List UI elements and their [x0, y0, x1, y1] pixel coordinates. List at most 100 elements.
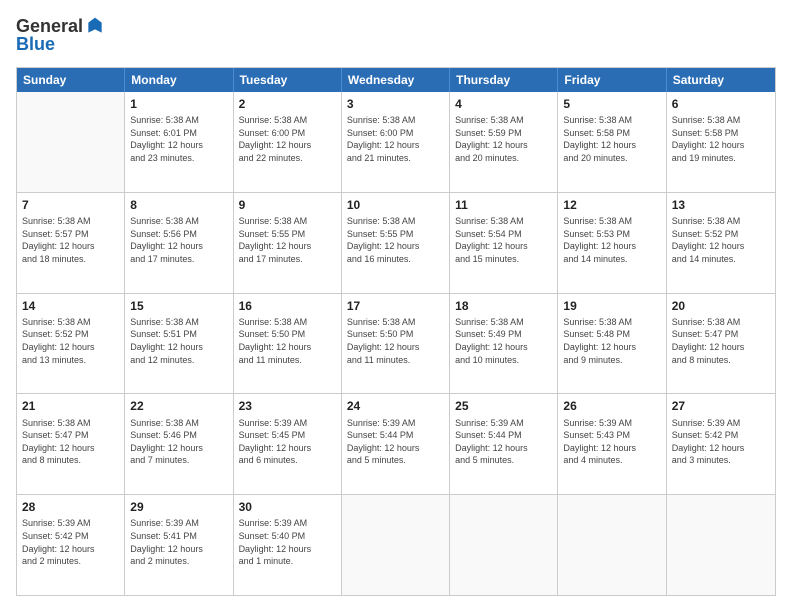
day-details: Sunrise: 5:38 AMSunset: 5:50 PMDaylight:… [239, 316, 336, 366]
calendar-body: 1 Sunrise: 5:38 AMSunset: 6:01 PMDaylight… [17, 92, 775, 595]
day-details: Sunrise: 5:38 AMSunset: 5:58 PMDaylight:… [672, 114, 770, 164]
day-number: 9 [239, 197, 336, 213]
day-number: 14 [22, 298, 119, 314]
day-details: Sunrise: 5:38 AMSunset: 5:55 PMDaylight:… [239, 215, 336, 265]
calendar-row: 21 Sunrise: 5:38 AMSunset: 5:47 PMDayligh… [17, 394, 775, 495]
weekday-header: Sunday [17, 68, 125, 92]
day-number: 18 [455, 298, 552, 314]
calendar-cell: 29 Sunrise: 5:39 AMSunset: 5:41 PMDayligh… [125, 495, 233, 595]
day-number: 21 [22, 398, 119, 414]
day-number: 25 [455, 398, 552, 414]
calendar-cell: 17Sunrise: 5:38 AMSunset: 5:50 PMDayligh… [342, 294, 450, 394]
day-details: Sunrise: 5:39 AMSunset: 5:45 PMDaylight:… [239, 417, 336, 467]
day-details: Sunrise: 5:38 AMSunset: 5:52 PMDaylight:… [672, 215, 770, 265]
calendar-cell: 3 Sunrise: 5:38 AMSunset: 6:00 PMDaylight… [342, 92, 450, 192]
day-number: 29 [130, 499, 227, 515]
day-number: 26 [563, 398, 660, 414]
day-number: 6 [672, 96, 770, 112]
day-number: 22 [130, 398, 227, 414]
day-number: 16 [239, 298, 336, 314]
calendar-row: 28 Sunrise: 5:39 AMSunset: 5:42 PMDayligh… [17, 495, 775, 595]
calendar-header: SundayMondayTuesdayWednesdayThursdayFrid… [17, 68, 775, 92]
day-details: Sunrise: 5:39 AMSunset: 5:42 PMDaylight:… [672, 417, 770, 467]
weekday-header: Wednesday [342, 68, 450, 92]
calendar: SundayMondayTuesdayWednesdayThursdayFrid… [16, 67, 776, 596]
day-details: Sunrise: 5:38 AMSunset: 5:50 PMDaylight:… [347, 316, 444, 366]
day-details: Sunrise: 5:38 AMSunset: 5:57 PMDaylight:… [22, 215, 119, 265]
day-details: Sunrise: 5:38 AMSunset: 5:47 PMDaylight:… [22, 417, 119, 467]
calendar-cell [667, 495, 775, 595]
calendar-cell: 5 Sunrise: 5:38 AMSunset: 5:58 PMDaylight… [558, 92, 666, 192]
weekday-header: Monday [125, 68, 233, 92]
day-details: Sunrise: 5:38 AMSunset: 5:53 PMDaylight:… [563, 215, 660, 265]
logo-icon [85, 16, 105, 36]
day-number: 8 [130, 197, 227, 213]
day-details: Sunrise: 5:38 AMSunset: 5:56 PMDaylight:… [130, 215, 227, 265]
day-details: Sunrise: 5:38 AMSunset: 5:51 PMDaylight:… [130, 316, 227, 366]
calendar-row: 1 Sunrise: 5:38 AMSunset: 6:01 PMDaylight… [17, 92, 775, 193]
calendar-cell: 4Sunrise: 5:38 AMSunset: 5:59 PMDaylight… [450, 92, 558, 192]
calendar-cell: 18 Sunrise: 5:38 AMSunset: 5:49 PMDayligh… [450, 294, 558, 394]
weekday-header: Friday [558, 68, 666, 92]
calendar-cell: 27Sunrise: 5:39 AMSunset: 5:42 PMDayligh… [667, 394, 775, 494]
day-details: Sunrise: 5:39 AMSunset: 5:44 PMDaylight:… [455, 417, 552, 467]
calendar-row: 7Sunrise: 5:38 AMSunset: 5:57 PMDaylight… [17, 193, 775, 294]
day-details: Sunrise: 5:38 AMSunset: 5:49 PMDaylight:… [455, 316, 552, 366]
day-details: Sunrise: 5:38 AMSunset: 6:00 PMDaylight:… [347, 114, 444, 164]
calendar-cell: 6 Sunrise: 5:38 AMSunset: 5:58 PMDaylight… [667, 92, 775, 192]
calendar-cell [17, 92, 125, 192]
calendar-cell: 30 Sunrise: 5:39 AMSunset: 5:40 PMDayligh… [234, 495, 342, 595]
day-details: Sunrise: 5:38 AMSunset: 6:00 PMDaylight:… [239, 114, 336, 164]
day-details: Sunrise: 5:38 AMSunset: 5:48 PMDaylight:… [563, 316, 660, 366]
day-details: Sunrise: 5:38 AMSunset: 5:55 PMDaylight:… [347, 215, 444, 265]
calendar-cell: 23 Sunrise: 5:39 AMSunset: 5:45 PMDayligh… [234, 394, 342, 494]
calendar-cell: 14 Sunrise: 5:38 AMSunset: 5:52 PMDayligh… [17, 294, 125, 394]
day-number: 5 [563, 96, 660, 112]
day-details: Sunrise: 5:38 AMSunset: 5:59 PMDaylight:… [455, 114, 552, 164]
day-number: 2 [239, 96, 336, 112]
day-number: 30 [239, 499, 336, 515]
calendar-cell: 25 Sunrise: 5:39 AMSunset: 5:44 PMDayligh… [450, 394, 558, 494]
logo-blue: Blue [16, 34, 105, 55]
calendar-cell [450, 495, 558, 595]
day-number: 28 [22, 499, 119, 515]
day-number: 1 [130, 96, 227, 112]
calendar-cell: 1 Sunrise: 5:38 AMSunset: 6:01 PMDaylight… [125, 92, 233, 192]
day-details: Sunrise: 5:39 AMSunset: 5:44 PMDaylight:… [347, 417, 444, 467]
calendar-cell: 20Sunrise: 5:38 AMSunset: 5:47 PMDayligh… [667, 294, 775, 394]
day-details: Sunrise: 5:39 AMSunset: 5:41 PMDaylight:… [130, 517, 227, 567]
calendar-cell: 15Sunrise: 5:38 AMSunset: 5:51 PMDayligh… [125, 294, 233, 394]
page: General Blue SundayMondayTuesdayWednesda… [0, 0, 792, 612]
weekday-header: Saturday [667, 68, 775, 92]
calendar-cell: 24 Sunrise: 5:39 AMSunset: 5:44 PMDayligh… [342, 394, 450, 494]
calendar-cell: 28 Sunrise: 5:39 AMSunset: 5:42 PMDayligh… [17, 495, 125, 595]
calendar-cell: 16 Sunrise: 5:38 AMSunset: 5:50 PMDayligh… [234, 294, 342, 394]
day-details: Sunrise: 5:38 AMSunset: 6:01 PMDaylight:… [130, 114, 227, 164]
calendar-cell [342, 495, 450, 595]
day-details: Sunrise: 5:38 AMSunset: 5:52 PMDaylight:… [22, 316, 119, 366]
day-details: Sunrise: 5:38 AMSunset: 5:58 PMDaylight:… [563, 114, 660, 164]
day-details: Sunrise: 5:39 AMSunset: 5:42 PMDaylight:… [22, 517, 119, 567]
weekday-header: Tuesday [234, 68, 342, 92]
calendar-cell: 2 Sunrise: 5:38 AMSunset: 6:00 PMDaylight… [234, 92, 342, 192]
weekday-header: Thursday [450, 68, 558, 92]
day-details: Sunrise: 5:38 AMSunset: 5:46 PMDaylight:… [130, 417, 227, 467]
day-details: Sunrise: 5:39 AMSunset: 5:43 PMDaylight:… [563, 417, 660, 467]
day-number: 13 [672, 197, 770, 213]
header: General Blue [16, 16, 776, 55]
day-number: 3 [347, 96, 444, 112]
logo: General Blue [16, 16, 105, 55]
calendar-cell: 12Sunrise: 5:38 AMSunset: 5:53 PMDayligh… [558, 193, 666, 293]
day-details: Sunrise: 5:38 AMSunset: 5:54 PMDaylight:… [455, 215, 552, 265]
calendar-cell: 7Sunrise: 5:38 AMSunset: 5:57 PMDaylight… [17, 193, 125, 293]
calendar-cell: 22 Sunrise: 5:38 AMSunset: 5:46 PMDayligh… [125, 394, 233, 494]
calendar-cell: 19 Sunrise: 5:38 AMSunset: 5:48 PMDayligh… [558, 294, 666, 394]
calendar-cell: 11Sunrise: 5:38 AMSunset: 5:54 PMDayligh… [450, 193, 558, 293]
day-details: Sunrise: 5:39 AMSunset: 5:40 PMDaylight:… [239, 517, 336, 567]
day-number: 23 [239, 398, 336, 414]
day-number: 24 [347, 398, 444, 414]
day-number: 19 [563, 298, 660, 314]
calendar-cell: 13 Sunrise: 5:38 AMSunset: 5:52 PMDayligh… [667, 193, 775, 293]
calendar-row: 14 Sunrise: 5:38 AMSunset: 5:52 PMDayligh… [17, 294, 775, 395]
calendar-cell: 26 Sunrise: 5:39 AMSunset: 5:43 PMDayligh… [558, 394, 666, 494]
